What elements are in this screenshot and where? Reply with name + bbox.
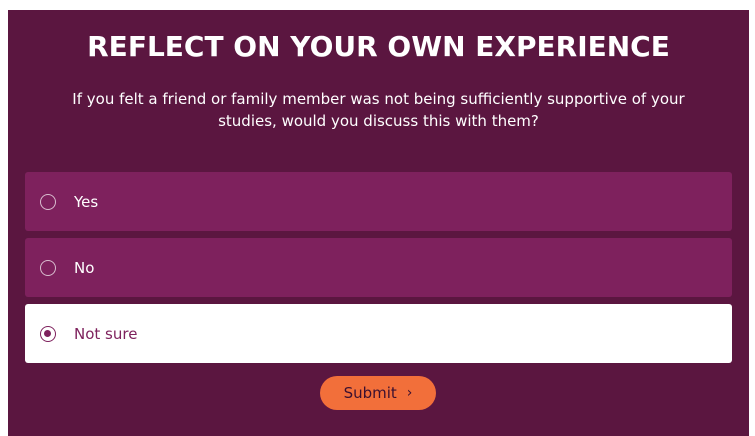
option-label: No — [74, 258, 95, 277]
submit-button[interactable]: Submit › — [320, 376, 436, 410]
radio-button-selected-icon[interactable] — [40, 325, 56, 342]
radio-button-icon[interactable] — [40, 193, 56, 210]
radio-button-icon[interactable] — [40, 259, 56, 276]
quiz-panel: REFLECT ON YOUR OWN EXPERIENCE If you fe… — [8, 10, 749, 436]
chevron-right-icon: › — [406, 385, 413, 401]
option-yes[interactable]: Yes — [25, 172, 732, 231]
question-text: If you felt a friend or family member wa… — [72, 90, 685, 130]
submit-label: Submit — [343, 384, 397, 402]
page-title: REFLECT ON YOUR OWN EXPERIENCE — [87, 30, 670, 63]
option-no[interactable]: No — [25, 238, 732, 297]
option-label: Yes — [74, 192, 99, 211]
option-not-sure[interactable]: Not sure — [25, 304, 732, 363]
option-label: Not sure — [74, 324, 138, 343]
